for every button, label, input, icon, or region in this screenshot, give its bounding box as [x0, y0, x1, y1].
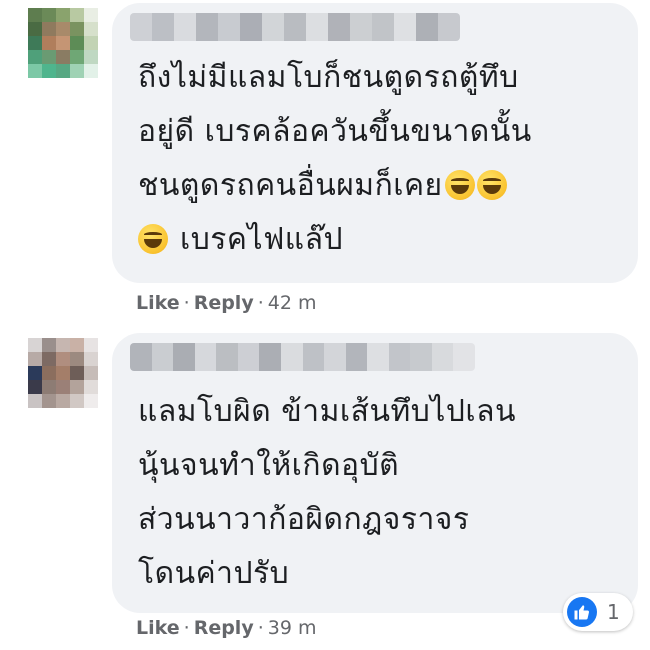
- grinning-emoji-icon: [444, 170, 475, 200]
- comment-text-segment: เบรคไฟแล๊ป: [180, 222, 344, 257]
- comment-text: แลมโบผิด ข้ามเส้นทึบไปเลน นุ้นจนทำให้เกิ…: [138, 385, 628, 601]
- avatar[interactable]: [28, 338, 98, 408]
- comment-text-line: เบรคไฟแล๊ป: [138, 213, 628, 267]
- commenter-name-blurred[interactable]: [130, 13, 460, 41]
- comment-actions: Like · Reply · 39 m: [136, 617, 316, 639]
- comment-text-segment: ชนตูดรถคนอื่นผมก็เคย: [138, 168, 443, 203]
- comment-text-line: ถึงไม่มีแลมโบก็ชนตูดรถตู้ทึบ: [138, 60, 519, 95]
- comment-text-line: แลมโบผิด ข้ามเส้นทึบไปเลน: [138, 394, 517, 429]
- thumbs-up-icon: [567, 597, 597, 627]
- comment-bubble: ถึงไม่มีแลมโบก็ชนตูดรถตู้ทึบ อยู่ดี เบรค…: [112, 3, 638, 283]
- like-link[interactable]: Like: [136, 292, 180, 314]
- grinning-emoji-icon: [476, 170, 507, 200]
- comment-bubble: แลมโบผิด ข้ามเส้นทึบไปเลน นุ้นจนทำให้เกิ…: [112, 333, 638, 613]
- separator-dot: ·: [257, 292, 264, 314]
- comment-text-line: อยู่ดี เบรคล้อควันขึ้นขนาดนั้น: [138, 114, 532, 149]
- reply-link[interactable]: Reply: [194, 617, 254, 639]
- reaction-count: 1: [607, 600, 620, 624]
- comment-text: ถึงไม่มีแลมโบก็ชนตูดรถตู้ทึบ อยู่ดี เบรค…: [138, 51, 628, 267]
- comment-text-line: โดนค่าปรับ: [138, 556, 290, 591]
- avatar[interactable]: [28, 8, 98, 78]
- separator-dot: ·: [183, 292, 190, 314]
- comments-thread: ถึงไม่มีแลมโบก็ชนตูดรถตู้ทึบ อยู่ดี เบรค…: [0, 0, 650, 650]
- comment-text-line: ส่วนนาวาก้อผิดกฎจราจร: [138, 502, 470, 537]
- comment-text-line: นุ้นจนทำให้เกิดอุบัติ: [138, 448, 400, 483]
- comment-text-line: ชนตูดรถคนอื่นผมก็เคย: [138, 159, 628, 213]
- reply-link[interactable]: Reply: [194, 292, 254, 314]
- separator-dot: ·: [183, 617, 190, 639]
- comment-timestamp[interactable]: 42 m: [268, 292, 317, 314]
- grinning-emoji-icon: [138, 224, 168, 254]
- separator-dot: ·: [257, 617, 264, 639]
- comment-actions: Like · Reply · 42 m: [136, 292, 316, 314]
- reaction-summary[interactable]: 1: [563, 593, 633, 631]
- like-link[interactable]: Like: [136, 617, 180, 639]
- comment-timestamp[interactable]: 39 m: [268, 617, 317, 639]
- commenter-name-blurred[interactable]: [130, 343, 475, 371]
